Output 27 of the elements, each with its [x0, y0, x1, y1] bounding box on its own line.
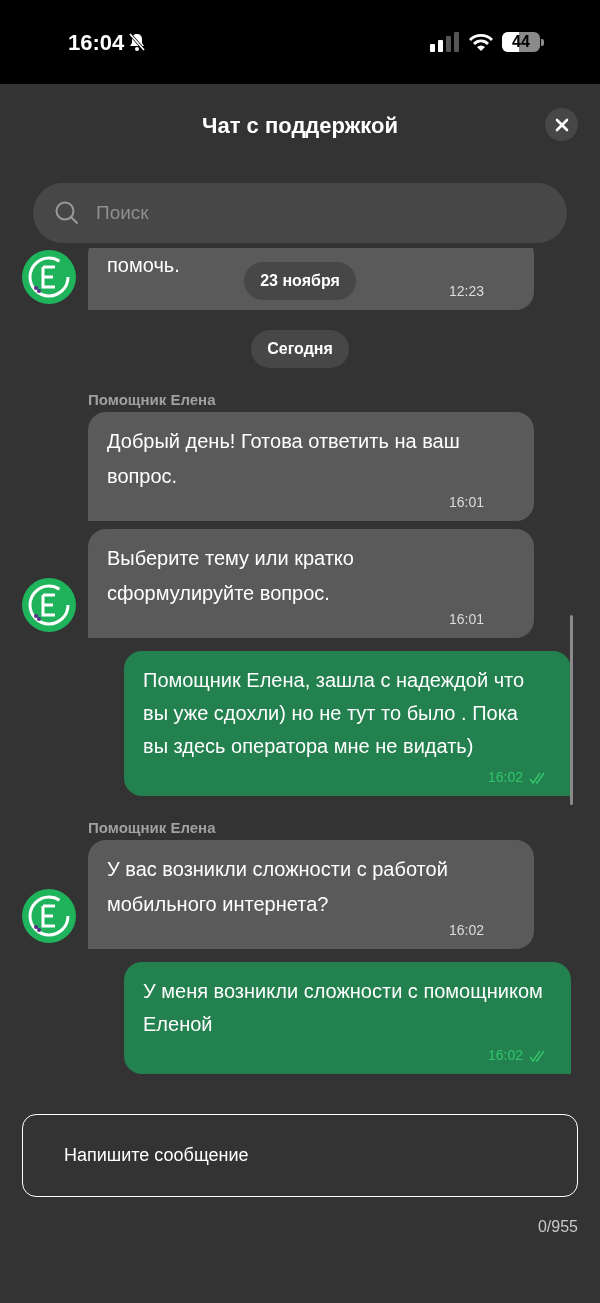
wifi-icon	[468, 32, 494, 52]
message-text: Выберите тему или кратко сформулируйте вопрос.	[107, 546, 355, 606]
search-field[interactable]: Поиск	[33, 183, 567, 243]
message-time: 16:02	[487, 1046, 523, 1065]
signal-icon	[430, 32, 460, 52]
message-time: 16:02	[487, 768, 523, 787]
sender-name: Помощник Елена	[88, 391, 216, 408]
muted-bell-icon	[128, 32, 147, 52]
sender-name: Помощник Елена	[88, 819, 216, 836]
date-chip: 23 ноября	[244, 262, 356, 300]
clock: 16:04	[68, 28, 125, 57]
message-input[interactable]: Напишите сообщение	[22, 1114, 578, 1197]
message-text: Помощник Елена, зашла с надеждой что вы уже сдохли) но не тут то было . Пока вы здесь оператора мне не видать)	[143, 668, 526, 759]
close-button[interactable]	[545, 108, 578, 141]
chat-title: Чат с поддержкой	[202, 111, 398, 140]
message-time: 16:01	[448, 610, 484, 629]
message-text: помочь.	[107, 253, 180, 278]
message-text: У меня возникли сложности с помощником Еленой	[143, 979, 544, 1037]
character-counter: 0/955	[537, 1217, 578, 1237]
search-icon	[55, 201, 79, 225]
date-chip: Сегодня	[251, 330, 349, 368]
close-icon	[554, 117, 569, 132]
message-text: У вас возникли сложности с работой мобильного интернета?	[107, 857, 449, 917]
message-time: 16:02	[448, 921, 484, 940]
message-time: 12:23	[448, 282, 484, 301]
message-text: Добрый день! Готова ответить на ваш вопрос.	[107, 429, 461, 489]
message-time: 16:01	[448, 493, 484, 512]
